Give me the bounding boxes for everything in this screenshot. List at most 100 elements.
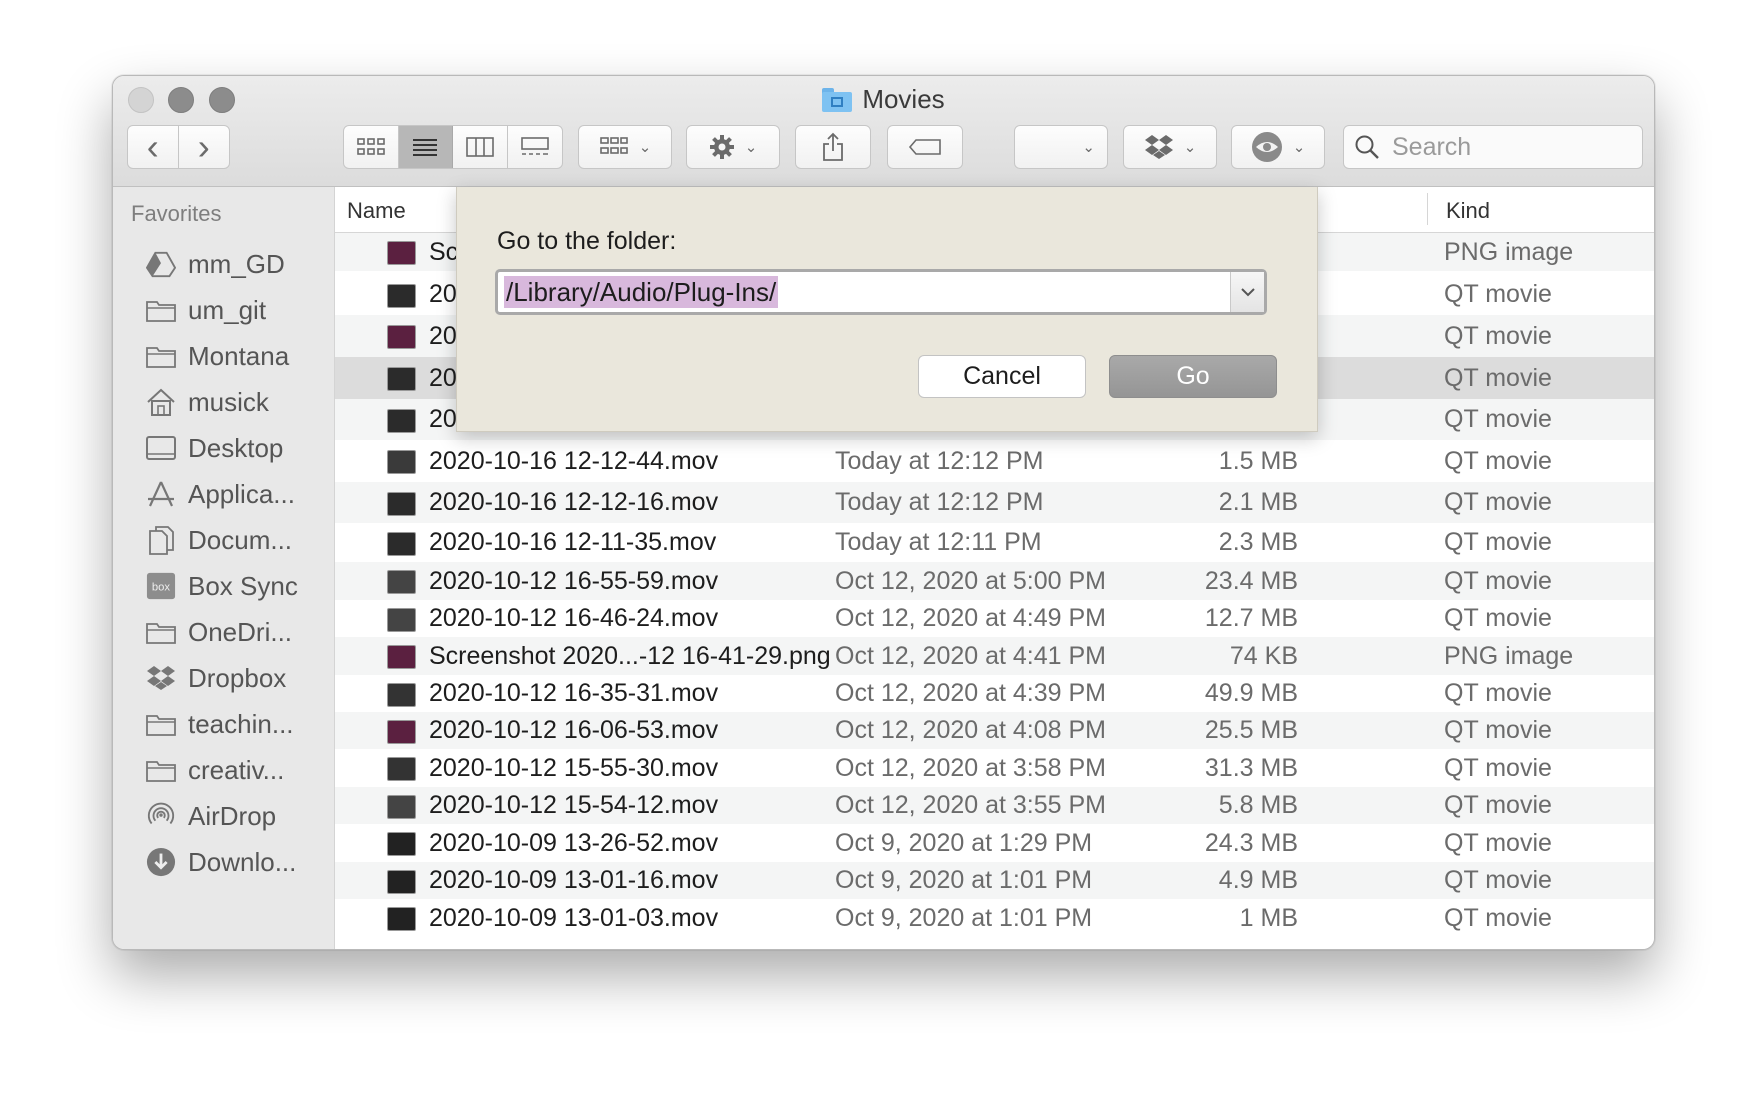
- sidebar-item[interactable]: Docum...: [146, 518, 331, 562]
- file-kind: QT movie: [1444, 791, 1552, 819]
- sidebar-item[interactable]: um_git: [146, 288, 331, 332]
- list-view-button[interactable]: [398, 126, 453, 168]
- file-date: Oct 12, 2020 at 4:41 PM: [835, 642, 1106, 670]
- sidebar-item-label: AirDrop: [188, 800, 277, 831]
- file-thumbnail-icon: [387, 367, 416, 391]
- sidebar-item[interactable]: Applica...: [146, 472, 331, 516]
- sidebar-item[interactable]: Montana: [146, 334, 331, 378]
- chevron-down-icon: ⌄: [1292, 139, 1306, 156]
- view-mode-control: [343, 125, 563, 169]
- document-icon: [146, 525, 176, 555]
- icon-view-button[interactable]: [344, 126, 399, 168]
- file-kind: QT movie: [1444, 866, 1552, 894]
- sidebar-item[interactable]: Downlo...: [146, 840, 331, 884]
- sidebar-item[interactable]: Desktop: [146, 426, 331, 470]
- file-name: 2020-10-09 13-01-16.mov: [429, 866, 719, 894]
- file-thumbnail-icon: [387, 757, 416, 781]
- column-header-kind[interactable]: Kind: [1446, 198, 1490, 224]
- file-row[interactable]: 2020-10-12 16-06-53.mov Oct 12, 2020 at 4…: [335, 712, 1654, 749]
- sidebar-item[interactable]: teachin...: [146, 702, 331, 746]
- sidebar-item-label: teachin...: [188, 708, 294, 739]
- file-kind: QT movie: [1444, 567, 1552, 595]
- file-thumbnail-icon: [387, 608, 416, 632]
- file-row[interactable]: 2020-10-12 15-55-30.mov Oct 12, 2020 at 3…: [335, 749, 1654, 787]
- tags-button[interactable]: [887, 125, 963, 169]
- search-field[interactable]: [1343, 125, 1643, 169]
- file-row[interactable]: 2020-10-09 13-01-16.mov Oct 9, 2020 at 1:…: [335, 862, 1654, 899]
- file-name: 20: [429, 322, 457, 350]
- file-name: 20: [429, 405, 457, 433]
- column-divider[interactable]: [1427, 193, 1428, 225]
- sidebar-item[interactable]: mm_GD: [146, 242, 331, 286]
- file-kind: QT movie: [1444, 528, 1552, 556]
- file-date: Today at 12:12 PM: [835, 488, 1044, 516]
- go-button[interactable]: Go: [1109, 355, 1277, 398]
- file-name: 2020-10-12 15-55-30.mov: [429, 754, 719, 782]
- dropbox-menu-button[interactable]: ⌄: [1123, 125, 1217, 169]
- forward-button[interactable]: ›: [179, 126, 230, 168]
- file-name: 2020-10-16 12-11-35.mov: [429, 528, 717, 556]
- sidebar-item[interactable]: Dropbox: [146, 656, 331, 700]
- file-name: 2020-10-09 13-26-52.mov: [429, 829, 719, 857]
- google-drive-icon: [146, 249, 176, 279]
- file-size: 4.9 MB: [1218, 866, 1298, 894]
- back-button[interactable]: ‹: [128, 126, 179, 168]
- file-row[interactable]: 2020-10-12 15-54-12.mov Oct 12, 2020 at 3…: [335, 787, 1654, 824]
- file-row[interactable]: 2020-10-16 12-11-35.mov Today at 12:11 PM…: [335, 523, 1654, 562]
- file-row[interactable]: 2020-10-12 16-35-31.mov Oct 12, 2020 at 4…: [335, 675, 1654, 712]
- window-title-text: Movies: [862, 84, 945, 114]
- share-button[interactable]: [795, 125, 871, 169]
- sidebar-item[interactable]: creativ...: [146, 748, 331, 792]
- eye-icon: [1251, 132, 1282, 162]
- file-size: 25.5 MB: [1204, 716, 1298, 744]
- sidebar-item[interactable]: AirDrop: [146, 794, 331, 838]
- file-kind: QT movie: [1444, 405, 1552, 433]
- search-icon: [1355, 135, 1379, 159]
- file-date: Today at 12:11 PM: [835, 528, 1042, 556]
- column-header-name[interactable]: Name: [347, 198, 406, 224]
- file-date: Oct 9, 2020 at 1:01 PM: [835, 866, 1093, 894]
- group-by-button[interactable]: ⌄: [578, 125, 672, 169]
- file-date: Oct 9, 2020 at 1:01 PM: [835, 904, 1093, 932]
- file-date: Oct 12, 2020 at 3:58 PM: [835, 754, 1106, 782]
- sidebar-item-label: Desktop: [188, 432, 284, 463]
- sidebar-item-label: creativ...: [188, 754, 285, 785]
- file-row[interactable]: Screenshot 2020...-12 16-41-29.png Oct 12…: [335, 637, 1654, 675]
- sidebar-item-label: OneDri...: [188, 616, 293, 647]
- column-view-button[interactable]: [453, 126, 508, 168]
- folder-path-combobox[interactable]: /Library/Audio/Plug-Ins/: [495, 269, 1267, 315]
- gallery-view-button[interactable]: [508, 126, 563, 168]
- file-kind: QT movie: [1444, 280, 1552, 308]
- folder-icon: [146, 295, 176, 325]
- search-input[interactable]: [1390, 131, 1634, 163]
- sidebar-item-label: Applica...: [188, 478, 295, 509]
- file-size: 12.7 MB: [1204, 604, 1298, 632]
- file-date: Oct 12, 2020 at 4:08 PM: [835, 716, 1106, 744]
- sidebar-item[interactable]: box Box Sync: [146, 564, 331, 608]
- action-menu-button[interactable]: ⌄: [686, 125, 780, 169]
- file-kind: QT movie: [1444, 754, 1552, 782]
- file-name: 20: [429, 280, 457, 308]
- file-row[interactable]: 2020-10-16 12-12-44.mov Today at 12:12 PM…: [335, 440, 1654, 482]
- file-row[interactable]: 2020-10-09 13-01-03.mov Oct 9, 2020 at 1:…: [335, 899, 1654, 937]
- file-date: Oct 12, 2020 at 4:39 PM: [835, 679, 1106, 707]
- file-row[interactable]: 2020-10-12 16-55-59.mov Oct 12, 2020 at 5…: [335, 562, 1654, 600]
- folder-path-input[interactable]: /Library/Audio/Plug-Ins/: [504, 276, 779, 308]
- file-row[interactable]: 2020-10-16 12-12-16.mov Today at 12:12 PM…: [335, 482, 1654, 523]
- extension-dropdown-button[interactable]: ⌄: [1014, 125, 1108, 169]
- sidebar-item-label: musick: [188, 386, 269, 417]
- file-size: 5.8 MB: [1218, 791, 1298, 819]
- applications-icon: [146, 479, 176, 509]
- desktop-icon: [146, 433, 176, 463]
- file-row[interactable]: 2020-10-12 16-46-24.mov Oct 12, 2020 at 4…: [335, 600, 1654, 637]
- chevron-down-icon: ⌄: [744, 139, 758, 156]
- downloads-icon: [146, 847, 176, 877]
- cancel-button[interactable]: Cancel: [918, 355, 1086, 398]
- sidebar-item[interactable]: musick: [146, 380, 331, 424]
- file-row[interactable]: 2020-10-09 13-26-52.mov Oct 9, 2020 at 1:…: [335, 824, 1654, 862]
- folder-icon: [146, 617, 176, 647]
- sidebar-item[interactable]: OneDri...: [146, 610, 331, 654]
- dialog-label: Go to the folder:: [497, 227, 677, 255]
- path-history-dropdown[interactable]: [1230, 272, 1264, 312]
- quick-look-button[interactable]: ⌄: [1231, 125, 1325, 169]
